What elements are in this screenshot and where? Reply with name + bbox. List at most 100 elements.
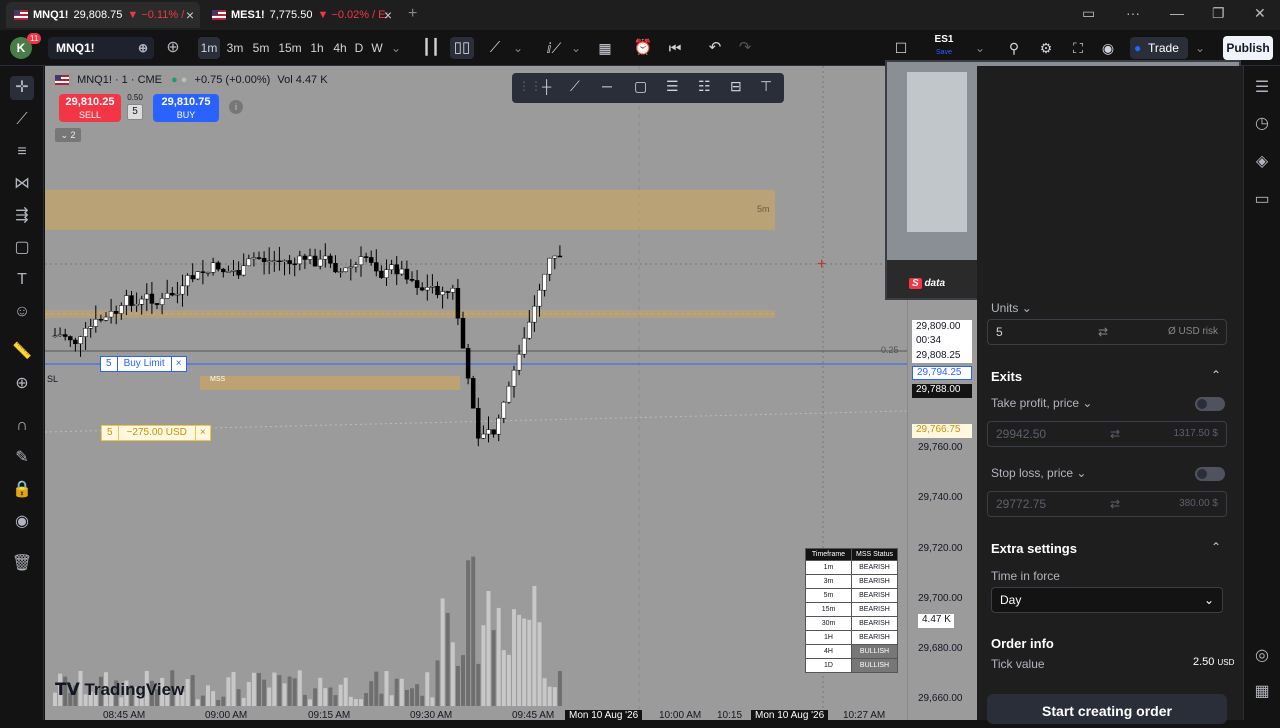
close-tab-icon[interactable]: ×: [186, 7, 194, 23]
lock-icon[interactable]: 🔒: [10, 478, 34, 502]
redo-icon[interactable]: ↷: [734, 37, 756, 59]
buy-button[interactable]: 29,810.75 BUY: [153, 94, 219, 122]
shapes-icon[interactable]: ▢: [10, 236, 34, 260]
browser-tab-mnq[interactable]: MNQ1! 29,808.75 ▼ −0.11% / ×: [6, 2, 200, 28]
line-icon[interactable]: ⟋: [483, 37, 507, 59]
buy-limit-order[interactable]: 5 Buy Limit ×: [100, 356, 187, 372]
publish-button[interactable]: Publish: [1223, 36, 1273, 60]
close-tab-icon[interactable]: ×: [384, 7, 392, 23]
take-profit-field[interactable]: 29942.50 ⇄ 1317.50 $: [987, 421, 1227, 447]
vertical-line-icon[interactable]: ┼: [542, 79, 551, 94]
rectangle-icon[interactable]: ▢: [634, 78, 647, 95]
new-tab-button[interactable]: +: [408, 5, 417, 23]
chevron-up-icon[interactable]: ⌃: [1211, 368, 1221, 382]
layout-name[interactable]: ES1 Save: [922, 33, 966, 59]
candles-icon[interactable]: ▯▯: [450, 37, 474, 59]
ruler-icon[interactable]: 📏: [10, 340, 34, 364]
symbol-search[interactable]: MNQ1! ⊕: [48, 37, 154, 59]
screen-icon[interactable]: ▭: [1082, 5, 1095, 22]
emoji-icon[interactable]: ☺: [10, 300, 34, 324]
add-symbol-icon[interactable]: ⊕: [164, 37, 182, 59]
interval-4h[interactable]: 4h: [330, 37, 350, 59]
interval-15m[interactable]: 15m: [277, 37, 303, 59]
horizontal-line-icon[interactable]: ─: [602, 78, 612, 94]
position-icon[interactable]: ☰: [666, 78, 679, 95]
interval-dropdown-icon[interactable]: ⌄: [390, 37, 402, 59]
chevron-up-icon[interactable]: ⌃: [1211, 540, 1221, 554]
help-icon[interactable]: ◎: [1250, 644, 1274, 668]
time-in-force-select[interactable]: Day ⌄: [991, 587, 1223, 613]
indicators-icon[interactable]: ⅈ⟋: [542, 37, 566, 59]
lock-drawing-icon[interactable]: ✎: [10, 446, 34, 470]
restore-icon[interactable]: ❐: [1212, 5, 1225, 22]
magnet-icon[interactable]: ∩: [10, 414, 34, 438]
trash-icon[interactable]: 🗑: [10, 552, 34, 576]
quantity-field[interactable]: 5: [127, 104, 143, 120]
risk-tag[interactable]: 5 −275.00 USD ×: [101, 425, 211, 441]
watchlist-icon[interactable]: ☰: [1250, 76, 1274, 100]
interval-d[interactable]: D: [352, 37, 366, 59]
interval-w[interactable]: W: [369, 37, 385, 59]
compare-icon[interactable]: ⊕: [138, 37, 148, 59]
interval-5m[interactable]: 5m: [250, 37, 272, 59]
fib-retracement-icon[interactable]: ☷: [698, 78, 711, 95]
fullscreen-icon[interactable]: ⛶: [1068, 37, 1088, 59]
bar-type-icon[interactable]: ┃┃: [420, 37, 442, 59]
legend-title[interactable]: MNQ1! · 1 · CME: [77, 74, 162, 86]
alerts-clock-icon[interactable]: ◷: [1250, 112, 1274, 136]
tp-label[interactable]: Take profit, price ⌄: [991, 396, 1092, 410]
swap-icon[interactable]: ⇄: [1110, 492, 1120, 516]
settings-icon[interactable]: ⚙: [1036, 37, 1056, 59]
time-axis[interactable]: 08:45 AM 09:00 AM 09:15 AM 09:30 AM 09:4…: [45, 710, 907, 720]
calendar-icon[interactable]: ▦: [1250, 680, 1274, 704]
chart-area[interactable]: MNQ1! · 1 · CME ● ● +0.75 (+0.00%) Vol 4…: [45, 66, 907, 720]
trade-button[interactable]: ● Trade: [1130, 37, 1188, 59]
swap-icon[interactable]: ⇄: [1098, 320, 1108, 344]
stop-loss-toggle[interactable]: [1195, 467, 1225, 481]
templates-icon[interactable]: ▦: [594, 37, 616, 59]
crosshair-icon[interactable]: ✛: [10, 76, 34, 100]
collapse-legend-button[interactable]: ⌄ 2: [55, 128, 81, 142]
interval-1h[interactable]: 1h: [307, 37, 327, 59]
units-label[interactable]: Units ⌄: [991, 301, 1032, 315]
browser-tab-mes[interactable]: MES1! 7,775.50 ▼ −0.02% / E: ×: [204, 2, 398, 28]
zoom-icon[interactable]: ⊕: [10, 372, 34, 396]
trend-line-icon[interactable]: ⟋: [570, 78, 580, 95]
text-note-icon[interactable]: ⊤: [760, 78, 772, 95]
volume-tag: 4.47 K: [918, 614, 954, 628]
fib-icon[interactable]: ≡: [10, 140, 34, 164]
replay-icon[interactable]: ⏮: [664, 37, 686, 59]
alert-icon[interactable]: ⏰: [632, 37, 654, 59]
quick-search-icon[interactable]: ⚲: [1004, 37, 1024, 59]
cancel-sl-icon[interactable]: ×: [194, 426, 210, 440]
chat-icon[interactable]: ▭: [1250, 188, 1274, 212]
undo-icon[interactable]: ↶: [704, 37, 726, 59]
sl-label[interactable]: Stop loss, price ⌄: [991, 466, 1086, 480]
interval-3m[interactable]: 3m: [224, 37, 246, 59]
close-window-icon[interactable]: ✕: [1254, 5, 1266, 22]
text-icon[interactable]: T: [10, 268, 34, 292]
eye-icon[interactable]: ◉: [10, 510, 34, 534]
sell-button[interactable]: 29,810.25 SELL: [59, 94, 121, 122]
more-icon[interactable]: ···: [1126, 5, 1140, 21]
units-field[interactable]: 5 ⇄ Ø USD risk: [987, 319, 1227, 345]
drag-handle-icon[interactable]: ⋮⋮: [518, 79, 542, 93]
stop-loss-field[interactable]: 29772.75 ⇄ 380.00 $: [987, 491, 1227, 517]
info-icon[interactable]: i: [229, 100, 243, 114]
prediction-icon[interactable]: ⇶: [10, 204, 34, 228]
swap-icon[interactable]: ⇄: [1110, 422, 1120, 446]
layers-icon[interactable]: ◈: [1250, 150, 1274, 174]
chart-type-dropdown-icon[interactable]: ⌄: [512, 37, 524, 59]
pattern-icon[interactable]: ⋈: [10, 172, 34, 196]
layout-icon[interactable]: ☐: [890, 37, 912, 59]
trade-dropdown-icon[interactable]: ⌄: [1194, 37, 1206, 59]
minimize-icon[interactable]: —: [1170, 5, 1184, 21]
take-profit-toggle[interactable]: [1195, 397, 1225, 411]
interval-1m[interactable]: 1m: [198, 37, 220, 59]
long-short-icon[interactable]: ⊟: [730, 78, 742, 95]
layout-dropdown-icon[interactable]: ⌄: [974, 37, 986, 59]
snapshot-icon[interactable]: ◉: [1098, 37, 1118, 59]
indicators-dropdown-icon[interactable]: ⌄: [570, 37, 582, 59]
cancel-order-icon[interactable]: ×: [170, 357, 186, 371]
trendline-icon[interactable]: ⟋: [10, 108, 34, 132]
